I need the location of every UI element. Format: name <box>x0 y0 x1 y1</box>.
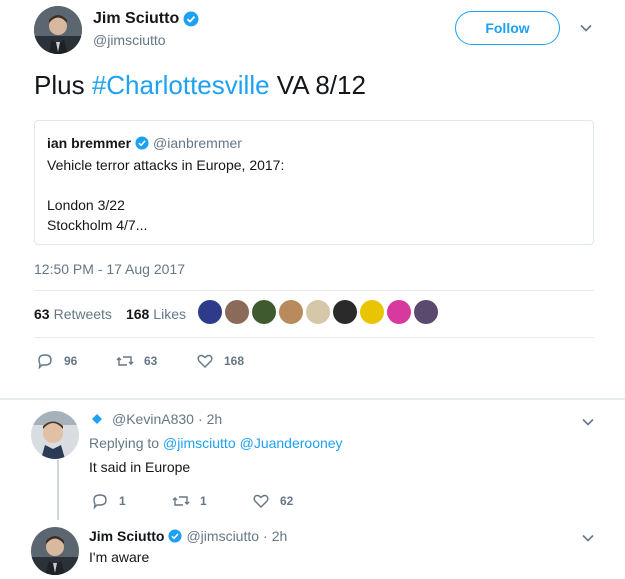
replying-to-user[interactable]: @jimsciutto <box>163 435 236 451</box>
quoted-author-handle: @ianbremmer <box>153 135 242 151</box>
reply-time[interactable]: 2h <box>272 528 288 544</box>
reply-time[interactable]: 2h <box>207 411 223 427</box>
retweet-icon <box>116 356 134 366</box>
author-name-text[interactable]: Jim Sciutto <box>93 10 179 28</box>
heart-icon <box>197 354 213 368</box>
thread-connector <box>57 460 59 520</box>
reply-action[interactable]: 1 <box>91 492 126 510</box>
reply-count: 1 <box>119 494 126 508</box>
author-handle[interactable]: @jimsciutto <box>93 32 166 48</box>
quoted-line: Vehicle terror attacks in Europe, 2017: <box>47 157 285 173</box>
likes-label[interactable]: Likes <box>153 306 186 322</box>
retweet-count: 63 <box>144 354 158 368</box>
diamond-icon <box>92 414 102 424</box>
tweet-text: Plus #Charlottesville VA 8/12 <box>34 70 366 101</box>
liker-avatar[interactable] <box>414 300 438 324</box>
reply-text: I'm aware <box>89 549 150 565</box>
reply-author-handle[interactable]: @KevinA830 <box>112 411 194 427</box>
retweet-count: 1 <box>200 494 207 508</box>
quoted-tweet[interactable]: ian bremmer @ianbremmer Vehicle terror a… <box>34 120 594 245</box>
replying-to-label: Replying to <box>89 435 160 451</box>
author-avatar[interactable] <box>34 6 82 54</box>
retweets-label[interactable]: Retweets <box>54 306 112 322</box>
liker-avatar[interactable] <box>279 300 303 324</box>
liker-avatar[interactable] <box>333 300 357 324</box>
liker-avatar[interactable] <box>306 300 330 324</box>
quoted-author-name: ian bremmer <box>47 135 132 151</box>
liker-avatar[interactable] <box>387 300 411 324</box>
heart-icon <box>253 494 269 508</box>
reply-author-avatar[interactable] <box>31 411 79 459</box>
chevron-down-icon[interactable] <box>580 414 596 430</box>
divider <box>34 337 594 338</box>
verified-badge-icon <box>135 136 149 150</box>
reply-meta: @KevinA830 · 2h <box>92 411 222 427</box>
verified-badge-icon <box>168 529 183 543</box>
engagement-stats: 63 Retweets 168 Likes <box>34 306 200 322</box>
retweet-action[interactable]: 1 <box>172 492 207 510</box>
reply-text: It said in Europe <box>89 459 191 475</box>
tweet-text-prefix: Plus <box>34 70 92 100</box>
follow-button[interactable]: Follow <box>455 11 560 45</box>
likes-count[interactable]: 168 <box>126 306 149 322</box>
separator-dot: · <box>263 528 268 544</box>
retweets-count[interactable]: 63 <box>34 306 50 322</box>
like-action[interactable]: 62 <box>252 492 293 510</box>
reply-count: 96 <box>64 354 78 368</box>
chevron-down-icon[interactable] <box>578 20 594 36</box>
replying-to-user[interactable]: @Juanderooney <box>240 435 343 451</box>
like-action[interactable]: 168 <box>196 352 244 370</box>
liker-avatars <box>198 300 438 324</box>
retweet-action[interactable]: 63 <box>116 352 157 370</box>
reply-icon <box>93 494 107 510</box>
reply-author-name[interactable]: Jim Sciutto <box>89 528 164 544</box>
hashtag-link[interactable]: #Charlottesville <box>92 70 270 100</box>
reply-meta: Jim Sciutto @jimsciutto · 2h <box>89 528 287 544</box>
liker-avatar[interactable] <box>252 300 276 324</box>
author-display-name[interactable]: Jim Sciutto <box>93 10 199 28</box>
reply-icon <box>38 354 52 370</box>
retweet-icon <box>172 496 190 506</box>
chevron-down-icon[interactable] <box>580 530 596 546</box>
like-count: 168 <box>224 354 245 368</box>
quoted-author: ian bremmer @ianbremmer <box>47 135 242 151</box>
tweet-timestamp[interactable]: 12:50 PM - 17 Aug 2017 <box>34 261 185 277</box>
divider <box>34 290 594 291</box>
quoted-line: London 3/22 <box>47 197 125 213</box>
like-count: 62 <box>280 494 294 508</box>
liker-avatar[interactable] <box>225 300 249 324</box>
reply-author-avatar[interactable] <box>31 527 79 575</box>
quoted-line: Stockholm 4/7... <box>47 217 148 233</box>
tweet-text-suffix: VA 8/12 <box>269 70 366 100</box>
separator-dot: · <box>197 411 203 427</box>
verified-badge-icon <box>183 11 199 27</box>
liker-avatar[interactable] <box>360 300 384 324</box>
reply-action[interactable]: 96 <box>36 352 77 370</box>
liker-avatar[interactable] <box>198 300 222 324</box>
replying-to: Replying to @jimsciutto @Juanderooney <box>89 435 343 451</box>
divider <box>0 398 625 400</box>
reply-author-handle[interactable]: @jimsciutto <box>186 528 259 544</box>
